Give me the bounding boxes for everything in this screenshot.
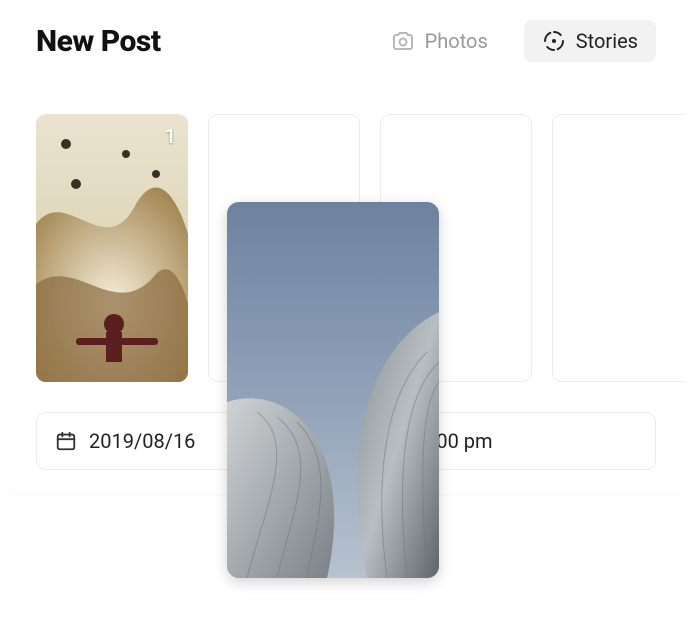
tab-stories[interactable]: Stories (524, 20, 656, 62)
page-title: New Post (36, 24, 161, 59)
camera-icon (391, 29, 415, 53)
slot-thumbnail (36, 114, 188, 382)
tab-stories-label: Stories (576, 29, 638, 53)
floating-drag-preview[interactable] (227, 202, 439, 578)
tabs-group: Photos Stories (373, 20, 656, 62)
tab-photos[interactable]: Photos (373, 20, 506, 62)
date-value: 2019/08/16 (89, 429, 195, 453)
story-slot-4[interactable] (552, 114, 684, 382)
header: New Post Photos (8, 0, 684, 74)
slot-order-badge: 1 (165, 124, 176, 148)
tab-photos-label: Photos (425, 29, 488, 53)
stories-icon (542, 29, 566, 53)
story-slot-1[interactable]: 1 (36, 114, 188, 382)
calendar-icon (55, 430, 77, 452)
preview-image (227, 202, 439, 578)
